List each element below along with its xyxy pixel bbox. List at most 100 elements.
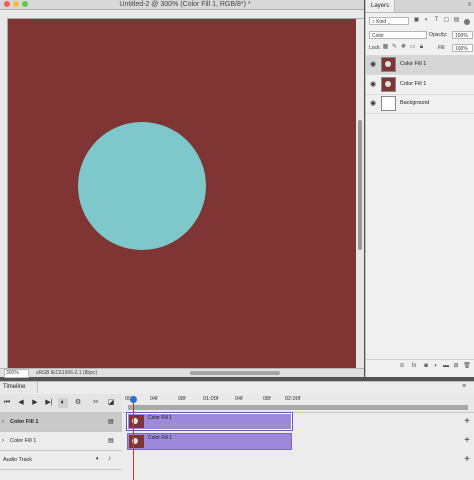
filter-pixel-icon[interactable]: ▣ bbox=[413, 17, 420, 24]
layer-filter-row: ⌕ Kind ⌄ ▣ ◐ T ▢ ▤ bbox=[366, 15, 474, 27]
lock-fill-row: Lock: ▦ ✎ ✥ ▭ 🔒︎ Fill: 100% bbox=[366, 42, 474, 54]
layers-panel: Layers ≡ ⌕ Kind ⌄ ▣ ◐ T ▢ ▤ Color Opacit… bbox=[365, 0, 474, 377]
previous-frame-icon[interactable]: ◀ bbox=[16, 398, 26, 408]
group-icon[interactable]: ▬ bbox=[442, 362, 450, 370]
layer-name[interactable]: Color Fill 1 bbox=[400, 75, 426, 94]
film-strip-icon[interactable]: ▤ bbox=[108, 437, 114, 444]
color-fill-circle[interactable] bbox=[78, 122, 206, 250]
blend-opacity-row: Color Opacity: 100% bbox=[366, 29, 474, 41]
chevron-down-icon: ⌄ bbox=[386, 19, 390, 25]
new-layer-icon[interactable]: ⊞ bbox=[452, 362, 460, 370]
opacity-field[interactable]: 100% bbox=[452, 31, 473, 39]
visibility-eye-icon[interactable]: ◉ bbox=[369, 61, 377, 68]
vertical-scrollbar-thumb[interactable] bbox=[358, 120, 362, 250]
minimize-window-button[interactable] bbox=[13, 1, 19, 7]
layer-thumbnail-circle bbox=[385, 61, 391, 67]
audio-track-row[interactable]: Audio Track 🔈︎ ♪ bbox=[0, 451, 122, 470]
fx-icon[interactable]: fx bbox=[410, 362, 418, 370]
zoom-field[interactable]: 300% bbox=[4, 369, 29, 378]
lock-move-icon[interactable]: ✥ bbox=[400, 44, 407, 51]
add-audio-plus-icon[interactable]: + bbox=[462, 454, 472, 466]
clip-name: Color Fill 1 bbox=[148, 415, 172, 421]
filter-type-icon[interactable]: T bbox=[433, 17, 440, 24]
layer-name[interactable]: Color Fill 1 bbox=[400, 55, 426, 74]
fill-field[interactable]: 100% bbox=[452, 44, 473, 52]
audio-mute-icon[interactable]: 🔈︎ bbox=[58, 398, 68, 408]
ruler-tick-label: 08f bbox=[263, 396, 271, 402]
ruler-tick-label: 01:00f bbox=[203, 396, 219, 402]
close-window-button[interactable] bbox=[4, 1, 10, 7]
add-media-plus-icon[interactable]: + bbox=[462, 416, 472, 428]
track-label-row[interactable]: › Color Fill 1 ▤ bbox=[0, 413, 122, 432]
playhead-line[interactable] bbox=[133, 398, 134, 480]
filter-shape-icon[interactable]: ▢ bbox=[443, 17, 450, 24]
visibility-eye-icon[interactable]: ◉ bbox=[369, 81, 377, 88]
fill-label: Fill: bbox=[438, 45, 446, 51]
ruler-tick-label: 02:00f bbox=[285, 396, 301, 402]
tab-timeline[interactable]: Timeline bbox=[0, 382, 38, 393]
visibility-eye-icon[interactable]: ◉ bbox=[369, 100, 377, 107]
timeline-clip[interactable]: Color Fill 1 bbox=[127, 433, 292, 450]
mask-icon[interactable]: ◙ bbox=[422, 362, 430, 370]
maximize-window-button[interactable] bbox=[22, 1, 28, 7]
layers-tab-bar: Layers ≡ bbox=[366, 0, 474, 13]
playhead-handle[interactable] bbox=[130, 396, 137, 403]
lock-artboard-icon[interactable]: ▭ bbox=[409, 44, 416, 51]
timeline-clip[interactable]: Color Fill 1 bbox=[126, 412, 293, 431]
trash-icon[interactable]: 🗑︎ bbox=[463, 362, 471, 370]
timeline-panel: Timeline ≡ ⏮ ◀ ▶ ▶| 🔈︎ ⚙ ✂ ◪ 00 04f 08f … bbox=[0, 381, 474, 480]
tab-layers[interactable]: Layers bbox=[366, 0, 395, 12]
timeline-controls: ⏮ ◀ ▶ ▶| 🔈︎ ⚙ ✂ ◪ bbox=[0, 394, 122, 413]
blend-mode-value: Color bbox=[372, 33, 384, 39]
play-icon[interactable]: ▶ bbox=[30, 398, 40, 408]
status-bar: 300% sRGB IEC61966-2.1 (8bpc) bbox=[0, 368, 364, 378]
transition-icon[interactable]: ◪ bbox=[106, 398, 116, 408]
layer-row[interactable]: ◉ Color Fill 1 bbox=[366, 55, 474, 75]
filter-toggle-icon[interactable] bbox=[464, 19, 470, 25]
link-icon[interactable]: ⊝ bbox=[398, 362, 406, 370]
expand-chevron-icon[interactable]: › bbox=[2, 432, 4, 450]
horizontal-ruler[interactable] bbox=[0, 10, 364, 19]
vertical-ruler[interactable] bbox=[0, 18, 8, 368]
music-note-icon[interactable]: ♪ bbox=[108, 456, 111, 462]
work-area-range-bar[interactable] bbox=[128, 405, 468, 410]
adjustment-icon[interactable]: ◐ bbox=[432, 362, 440, 370]
filter-kind-value: Kind bbox=[376, 19, 387, 25]
audio-track-name: Audio Track bbox=[3, 457, 33, 463]
layer-name[interactable]: Background bbox=[400, 94, 429, 113]
lock-transparent-icon[interactable]: ▦ bbox=[382, 44, 389, 51]
filter-smart-object-icon[interactable]: ▤ bbox=[453, 17, 460, 24]
track-name: Color Fill 1 bbox=[10, 419, 39, 425]
lock-label: Lock: bbox=[369, 45, 381, 51]
title-bar: Untitled-2 @ 300% (Color Fill 1, RGB/8*)… bbox=[0, 0, 364, 10]
ruler-tick-label: 04f bbox=[150, 396, 158, 402]
document-info[interactable]: sRGB IEC61966-2.1 (8bpc) bbox=[36, 369, 97, 377]
ruler-tick-label: 04f bbox=[235, 396, 243, 402]
layer-thumbnail bbox=[381, 96, 396, 111]
clip-name: Color Fill 1 bbox=[148, 435, 172, 441]
lock-all-icon[interactable]: 🔒︎ bbox=[418, 44, 425, 51]
blend-mode-select[interactable]: Color bbox=[369, 31, 427, 39]
layer-row[interactable]: ◉ Color Fill 1 bbox=[366, 75, 474, 95]
panel-menu-icon[interactable]: ≡ bbox=[466, 2, 473, 9]
next-frame-icon[interactable]: ▶| bbox=[44, 398, 54, 408]
layer-row[interactable]: ◉ Background bbox=[366, 94, 474, 114]
audio-speaker-icon[interactable]: 🔈︎ bbox=[96, 456, 100, 463]
film-strip-icon[interactable]: ▤ bbox=[108, 418, 114, 425]
settings-gear-icon[interactable]: ⚙ bbox=[73, 398, 83, 408]
horizontal-scrollbar-thumb[interactable] bbox=[190, 371, 280, 375]
track-label-row[interactable]: › Color Fill 1 ▤ bbox=[0, 432, 122, 451]
split-scissors-icon[interactable]: ✂ bbox=[91, 398, 101, 408]
document-title: Untitled-2 @ 300% (Color Fill 1, RGB/8*)… bbox=[119, 1, 251, 8]
timeline-ruler[interactable]: 00 04f 08f 01:00f 04f 08f 02:00f bbox=[123, 394, 474, 413]
filter-kind-select[interactable]: ⌕ Kind ⌄ bbox=[369, 17, 409, 25]
filter-adjustment-icon[interactable]: ◐ bbox=[423, 17, 430, 24]
ruler-tick-label: 08f bbox=[178, 396, 186, 402]
lock-paint-icon[interactable]: ✎ bbox=[391, 44, 398, 51]
add-media-plus-icon[interactable]: + bbox=[462, 435, 472, 447]
expand-chevron-icon[interactable]: › bbox=[2, 413, 4, 431]
panel-menu-icon[interactable]: ≡ bbox=[462, 383, 466, 390]
document-canvas[interactable] bbox=[8, 19, 356, 368]
go-to-first-frame-icon[interactable]: ⏮ bbox=[2, 398, 12, 408]
clip-thumbnail bbox=[129, 435, 144, 448]
